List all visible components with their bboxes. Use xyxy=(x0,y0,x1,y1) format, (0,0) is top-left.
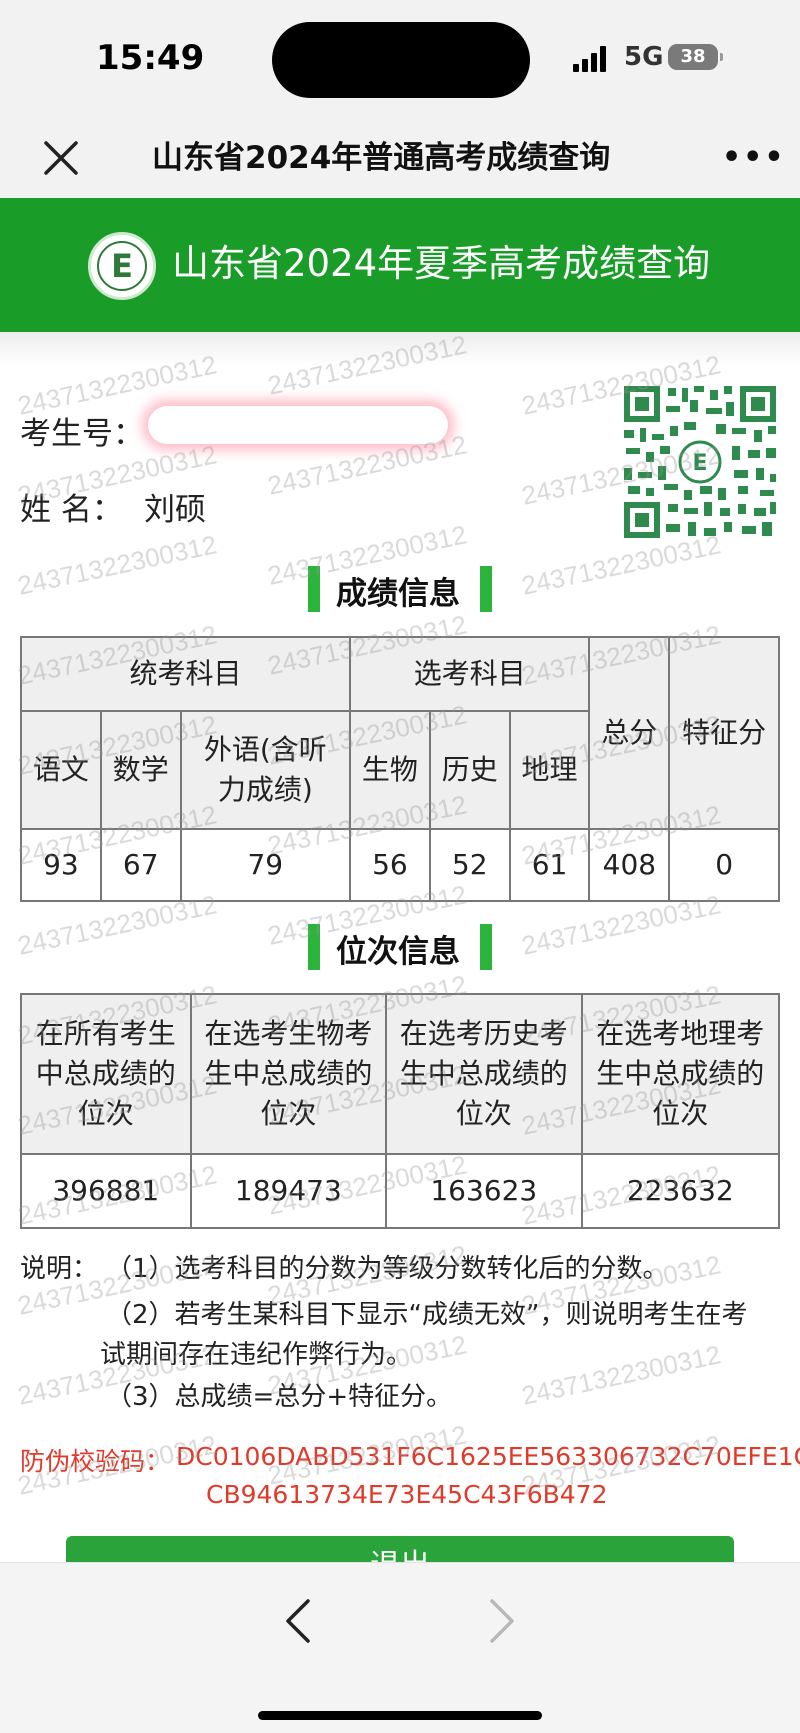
score-biology: 56 xyxy=(348,828,431,902)
section-bar-right xyxy=(480,924,492,970)
close-icon[interactable] xyxy=(40,137,82,179)
candidate-id-label: 考生号： xyxy=(20,416,144,452)
rank-header-biology: 在选考生物考 生中总成绩的 位次 xyxy=(189,993,388,1155)
rank-header-history: 在选考历史考 生中总成绩的 位次 xyxy=(385,993,583,1155)
security-code-line-1: DC0106DABD531F6C1625EE563306732C70EFE1C xyxy=(176,1442,800,1471)
rank-table: 在所有考生 中总成绩的 位次 在选考生物考 生中总成绩的 位次 在选考历史考 生中总成绩的… xyxy=(20,993,781,1229)
section-bar-right xyxy=(480,566,492,612)
note-3: （3）总成绩=总分+特征分。 xyxy=(106,1382,453,1412)
note-2: （2）若考生某科目下显示“成绩无效”，则说明考生在考 xyxy=(106,1300,748,1330)
score-history: 52 xyxy=(428,828,511,902)
candidate-name-label: 姓 名： xyxy=(20,492,123,528)
col-feature: 特征分 xyxy=(668,636,780,830)
section-bar-left xyxy=(308,566,320,612)
battery-icon: 38 xyxy=(668,44,723,70)
forward-arrow-icon[interactable] xyxy=(482,1595,522,1647)
rank-geography: 223632 xyxy=(580,1153,781,1229)
group-unified: 统考科目 xyxy=(20,636,351,712)
col-foreign: 外语(含听 力成绩) xyxy=(179,710,351,830)
score-geography: 61 xyxy=(508,828,591,902)
score-chinese: 93 xyxy=(20,828,102,902)
notes-label: 说明： xyxy=(20,1254,99,1284)
group-elective: 选考科目 xyxy=(348,636,591,712)
rank-history: 163623 xyxy=(385,1153,583,1229)
rank-section-title: 位次信息 xyxy=(336,934,460,970)
candidate-id-redacted xyxy=(148,406,448,444)
network-type: 5G xyxy=(624,42,664,72)
exam-logo-icon: E xyxy=(88,232,156,300)
score-math: 67 xyxy=(99,828,182,902)
score-section-title: 成绩信息 xyxy=(336,576,460,612)
qr-code-icon: E xyxy=(620,382,780,542)
note-1: （1）选考科目的分数为等级分数转化后的分数。 xyxy=(106,1254,669,1284)
status-time: 15:49 xyxy=(96,38,205,78)
col-geography: 地理 xyxy=(508,710,591,830)
browser-bottom-bar xyxy=(0,1562,800,1733)
page-title: 山东省2024年普通高考成绩查询 xyxy=(152,140,611,176)
back-arrow-icon[interactable] xyxy=(278,1595,318,1647)
security-code-line-2: CB94613734E73E45C43F6B472 xyxy=(206,1480,608,1509)
section-bar-left xyxy=(308,924,320,970)
rank-header-all: 在所有考生 中总成绩的 位次 xyxy=(20,993,192,1155)
more-options-icon[interactable]: ••• xyxy=(722,142,784,174)
rank-all: 396881 xyxy=(20,1153,192,1229)
score-total: 408 xyxy=(588,828,671,902)
signal-icon xyxy=(573,46,613,72)
col-biology: 生物 xyxy=(348,710,431,830)
score-feature: 0 xyxy=(668,828,780,902)
browser-nav-bar: 山东省2024年普通高考成绩查询 ••• xyxy=(0,118,800,198)
col-total: 总分 xyxy=(588,636,671,830)
logo-letter: E xyxy=(111,247,133,285)
dynamic-island xyxy=(272,22,530,98)
col-history: 历史 xyxy=(428,710,511,830)
security-code-label: 防伪校验码： xyxy=(20,1447,171,1476)
col-math: 数学 xyxy=(99,710,182,830)
home-indicator xyxy=(258,1711,542,1720)
svg-text:E: E xyxy=(692,451,707,476)
note-2-cont: 试期间存在违纪作弊行为。 xyxy=(100,1340,413,1370)
col-chinese: 语文 xyxy=(20,710,102,830)
status-bar: 15:49 5G 38 xyxy=(0,0,800,118)
rank-biology: 189473 xyxy=(189,1153,388,1229)
score-table: 统考科目 选考科目 总分 特征分 语文 数学 外语(含听 力成绩) 生物 历史 地… xyxy=(20,636,780,902)
site-header: E 山东省2024年夏季高考成绩查询 xyxy=(0,198,800,332)
score-foreign: 79 xyxy=(179,828,351,902)
rank-header-geography: 在选考地理考 生中总成绩的 位次 xyxy=(580,993,781,1155)
header-title: 山东省2024年夏季高考成绩查询 xyxy=(172,242,711,285)
candidate-name: 刘硕 xyxy=(144,492,206,528)
